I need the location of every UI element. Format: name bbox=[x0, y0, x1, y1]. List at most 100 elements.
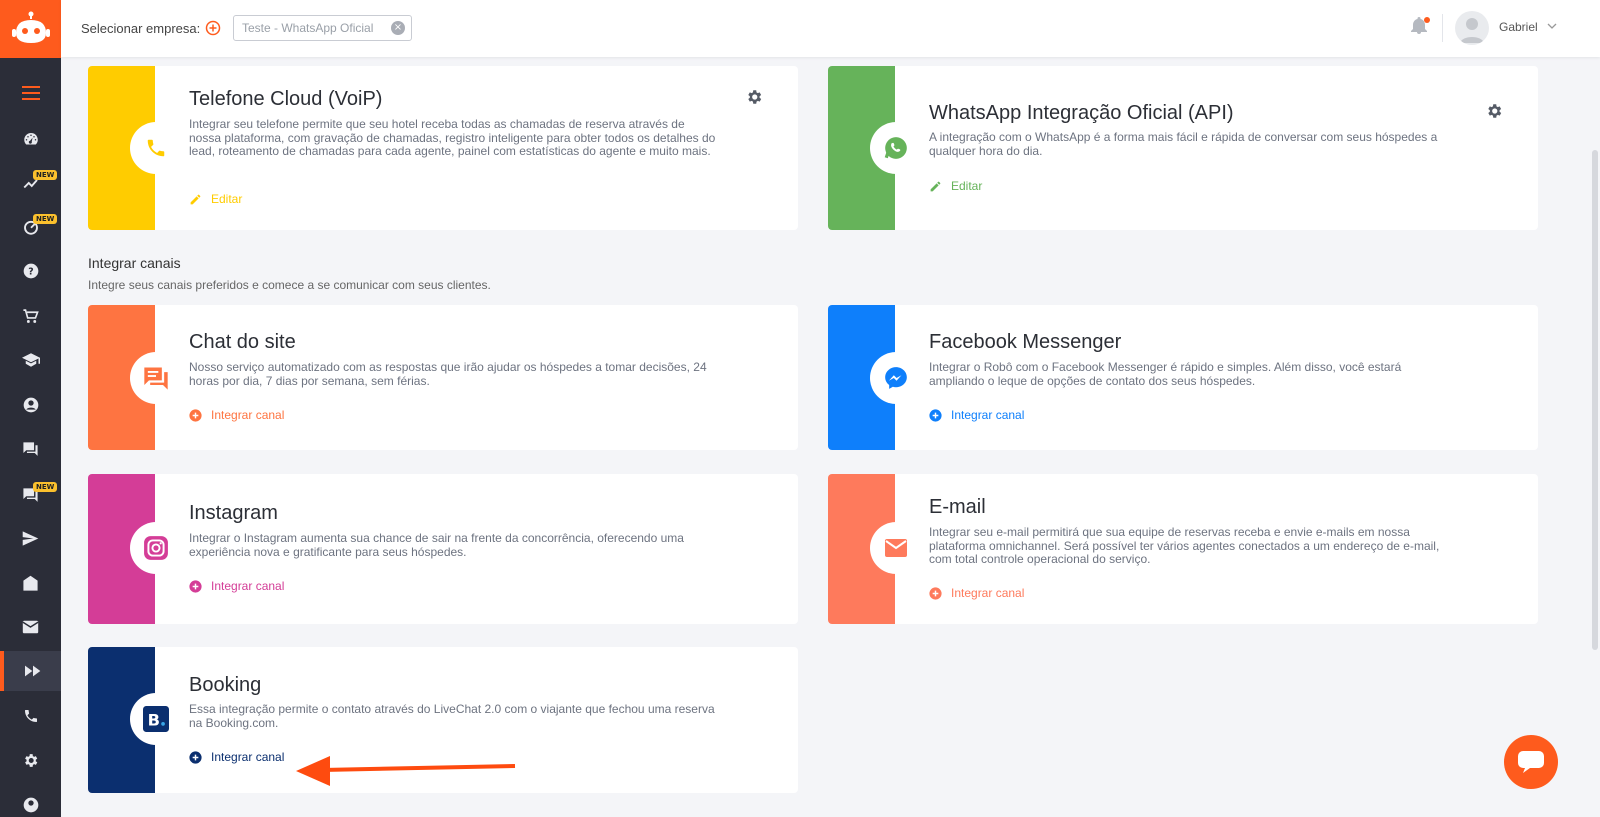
card-description: Integrar o Robô com o Facebook Messenger… bbox=[929, 360, 1402, 388]
add-circle-icon bbox=[189, 579, 202, 593]
card-title: Facebook Messenger bbox=[929, 331, 1122, 353]
card-title: Instagram bbox=[189, 502, 278, 524]
integrate-channel-button[interactable]: Integrar canal bbox=[929, 408, 1024, 422]
gear-icon[interactable] bbox=[1485, 102, 1503, 120]
card-description: Integrar seu e-mail permitirá que sua eq… bbox=[929, 525, 1440, 566]
new-badge: NEW bbox=[33, 482, 58, 492]
section-title: Integrar canais bbox=[88, 255, 181, 271]
card-description: Nosso serviço automatizado com as respos… bbox=[189, 360, 707, 388]
speedometer-icon[interactable]: NEW bbox=[0, 207, 61, 247]
add-circle-icon bbox=[189, 408, 202, 422]
card-description: A integração com o WhatsApp é a forma ma… bbox=[929, 130, 1438, 158]
divider bbox=[1442, 14, 1443, 42]
chevron-down-icon[interactable] bbox=[1547, 22, 1557, 30]
company-select[interactable]: Teste - WhatsApp Oficial × bbox=[233, 15, 412, 41]
account-icon-bottom[interactable] bbox=[0, 785, 61, 817]
gear-icon[interactable] bbox=[745, 88, 763, 106]
edit-label: Editar bbox=[211, 192, 243, 206]
card-title: Telefone Cloud (VoiP) bbox=[189, 88, 383, 110]
edit-button[interactable]: Editar bbox=[929, 179, 982, 193]
card-title: Chat do site bbox=[189, 331, 296, 353]
integrate-channel-button[interactable]: Integrar canal bbox=[189, 750, 284, 764]
chat-launcher-button[interactable] bbox=[1504, 735, 1558, 789]
card-email: E-mail Integrar seu e-mail permitirá que… bbox=[828, 474, 1538, 624]
user-icon bbox=[1460, 18, 1484, 43]
integrate-label: Integrar canal bbox=[211, 408, 285, 422]
add-circle-icon bbox=[929, 586, 942, 600]
chat-icon[interactable]: NEW bbox=[0, 475, 61, 515]
card-description: Integrar seu telefone permite que seu ho… bbox=[189, 117, 716, 158]
add-circle-icon[interactable] bbox=[205, 20, 221, 36]
robot-icon bbox=[11, 11, 50, 43]
new-badge: NEW bbox=[33, 214, 58, 224]
integrate-channel-button[interactable]: Integrar canal bbox=[929, 586, 1024, 600]
add-circle-icon bbox=[189, 750, 202, 764]
cart-icon[interactable] bbox=[0, 296, 61, 336]
svg-text:B: B bbox=[148, 711, 160, 730]
integrate-label: Integrar canal bbox=[211, 750, 285, 764]
card-icon-bubble bbox=[130, 122, 182, 174]
pencil-icon bbox=[190, 194, 201, 204]
phone-icon[interactable] bbox=[0, 696, 61, 736]
integrate-label: Integrar canal bbox=[211, 579, 285, 593]
phone-icon bbox=[147, 139, 165, 157]
whatsapp-icon bbox=[884, 137, 907, 159]
account-icon[interactable] bbox=[0, 385, 61, 425]
school-icon[interactable] bbox=[0, 340, 61, 380]
forum-icon bbox=[144, 367, 168, 390]
card-voip: Telefone Cloud (VoiP) Integrar seu telef… bbox=[88, 66, 798, 230]
pencil-icon bbox=[930, 181, 941, 191]
booking-icon: B bbox=[143, 706, 169, 732]
card-icon-bubble bbox=[870, 122, 922, 174]
card-title: Booking bbox=[189, 674, 262, 696]
menu-icon[interactable] bbox=[0, 73, 61, 113]
drafts-icon[interactable] bbox=[0, 563, 61, 603]
clear-icon[interactable]: × bbox=[391, 21, 405, 35]
integrate-label: Integrar canal bbox=[951, 586, 1025, 600]
card-messenger: Facebook Messenger Integrar o Robô com o… bbox=[828, 305, 1538, 450]
username[interactable]: Gabriel bbox=[1499, 20, 1538, 34]
integrate-label: Integrar canal bbox=[951, 408, 1025, 422]
avatar[interactable] bbox=[1455, 11, 1489, 45]
sidebar: NEW NEW ? NEW bbox=[0, 0, 61, 817]
messenger-icon bbox=[885, 367, 907, 389]
trend-icon[interactable]: NEW bbox=[0, 163, 61, 203]
edit-button[interactable]: Editar bbox=[189, 192, 242, 206]
card-title: E-mail bbox=[929, 496, 986, 518]
send-icon[interactable] bbox=[0, 518, 61, 558]
company-label: Selecionar empresa: bbox=[81, 21, 201, 36]
mail-icon[interactable] bbox=[0, 607, 61, 647]
robot-logo[interactable] bbox=[0, 0, 61, 58]
card-icon-bubble bbox=[130, 352, 182, 404]
add-circle-icon bbox=[929, 408, 942, 422]
fast-forward-icon[interactable] bbox=[0, 651, 61, 691]
card-icon-bubble: B bbox=[130, 693, 182, 745]
new-badge: NEW bbox=[33, 170, 58, 180]
notification-dot bbox=[1424, 17, 1430, 23]
instagram-icon bbox=[144, 536, 168, 560]
settings-icon[interactable] bbox=[0, 740, 61, 780]
dashboard-icon[interactable] bbox=[0, 119, 61, 159]
card-icon-bubble bbox=[870, 522, 922, 574]
card-whatsapp: WhatsApp Integração Oficial (API) A inte… bbox=[828, 66, 1538, 230]
mail-icon bbox=[885, 539, 907, 557]
forum-icon[interactable] bbox=[0, 429, 61, 469]
topbar: Selecionar empresa: Teste - WhatsApp Ofi… bbox=[61, 0, 1600, 57]
card-icon-bubble bbox=[130, 522, 182, 574]
card-description: Essa integração permite o contato atravé… bbox=[189, 702, 715, 730]
integrate-channel-button[interactable]: Integrar canal bbox=[189, 579, 284, 593]
card-description: Integrar o Instagram aumenta sua chance … bbox=[189, 531, 684, 559]
svg-text:?: ? bbox=[28, 266, 33, 277]
card-booking: B Booking Essa integração permite o cont… bbox=[88, 647, 798, 793]
card-icon-bubble bbox=[870, 352, 922, 404]
section-subtitle: Integre seus canais preferidos e comece … bbox=[88, 278, 491, 292]
chat-bubble-icon bbox=[1518, 751, 1544, 773]
scrollbar[interactable] bbox=[1592, 150, 1598, 650]
company-select-value: Teste - WhatsApp Oficial bbox=[242, 21, 374, 35]
integrate-channel-button[interactable]: Integrar canal bbox=[189, 408, 284, 422]
edit-label: Editar bbox=[951, 179, 983, 193]
card-instagram: Instagram Integrar o Instagram aumenta s… bbox=[88, 474, 798, 624]
card-chat: Chat do site Nosso serviço automatizado … bbox=[88, 305, 798, 450]
help-icon[interactable]: ? bbox=[0, 251, 61, 291]
card-title: WhatsApp Integração Oficial (API) bbox=[929, 102, 1234, 124]
